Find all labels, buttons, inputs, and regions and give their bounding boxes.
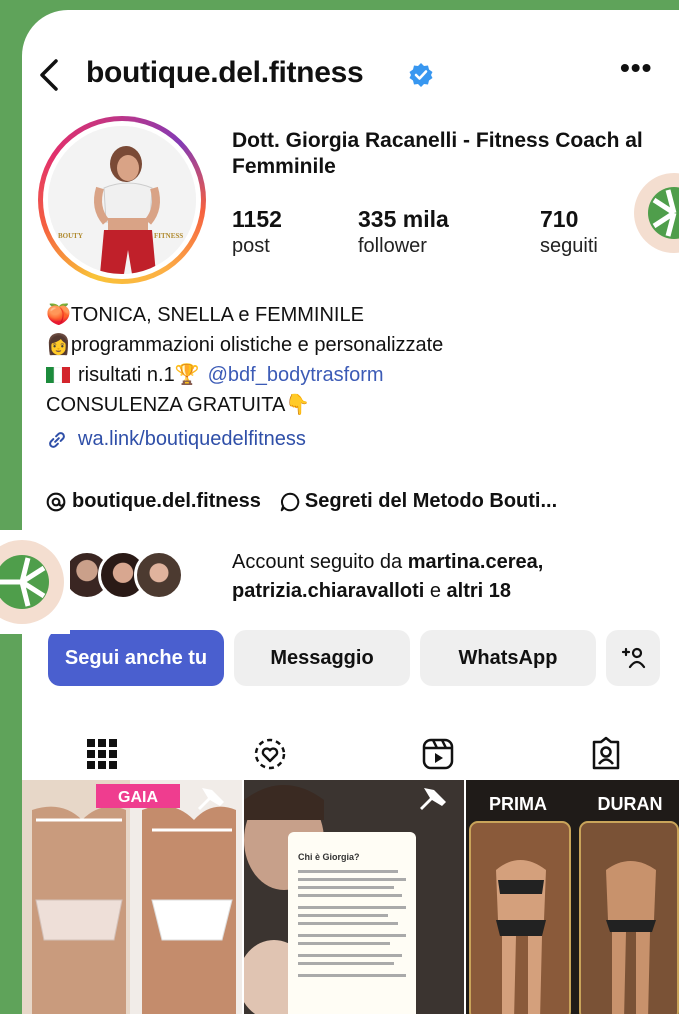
grid-icon (87, 739, 117, 769)
profile-username: boutique.del.fitness (86, 56, 364, 89)
bio-line: TONICA, SNELLA e FEMMINILE (70, 304, 364, 326)
add-user-button[interactable] (606, 630, 660, 686)
svg-text:PRIMA: PRIMA (489, 794, 547, 814)
peach-emoji-icon: 🍑 (46, 304, 71, 326)
decorative-flower-icon (632, 160, 679, 266)
display-name: Dott. Giorgia Racanelli - Fitness Coach … (232, 129, 643, 178)
stat-label: seguiti (540, 235, 598, 257)
mention-link[interactable]: @bdf_bodytrasform (208, 360, 384, 390)
italy-flag-icon (46, 367, 70, 383)
post-image: PRIMA DURAN (466, 780, 679, 1014)
svg-text:FITNESS: FITNESS (154, 232, 183, 240)
svg-text:DURAN: DURAN (598, 794, 663, 814)
post-tile[interactable]: Chi è Giorgia? (244, 780, 464, 1014)
woman-emoji-icon: 👩 (46, 334, 71, 356)
svg-text:GAIA: GAIA (118, 789, 158, 806)
reels-icon (422, 738, 454, 770)
followed-by[interactable]: Account seguito da martina.cerea, patriz… (52, 542, 672, 612)
whatsapp-button[interactable]: WhatsApp (420, 630, 596, 686)
stat-value: 710 (540, 206, 579, 232)
message-button[interactable]: Messaggio (234, 630, 410, 686)
stat-following[interactable]: 710 seguiti (540, 206, 598, 258)
profile-avatar-ring[interactable]: BOUTY FITNESS (38, 116, 206, 284)
stat-value: 335 mila (358, 206, 449, 232)
avatar-photo: BOUTY FITNESS (48, 126, 196, 274)
stat-followers[interactable]: 335 mila follower (358, 206, 449, 258)
bio: 🍑 TONICA, SNELLA e FEMMINILE 👩 programma… (46, 300, 666, 420)
chevron-left-icon[interactable] (34, 58, 64, 92)
bio-line: programmazioni olistiche e personalizzat… (70, 334, 444, 356)
post-tile[interactable]: PRIMA DURAN (466, 780, 679, 1014)
threads-icon (46, 492, 66, 511)
stat-label: post (232, 235, 270, 257)
link-text: wa.link/boutiquedelfitness (78, 428, 306, 450)
more-options-button[interactable]: ••• (620, 52, 652, 84)
trophy-emoji-icon: 🏆 (174, 364, 200, 386)
svg-text:Chi è Giorgia?: Chi è Giorgia? (298, 852, 360, 862)
stat-posts[interactable]: 1152 post (232, 206, 282, 258)
post-image: Chi è Giorgia? (244, 780, 464, 1014)
channel-icon (280, 492, 300, 511)
threads-link[interactable]: boutique.del.fitness (72, 490, 261, 513)
stat-label: follower (358, 235, 427, 257)
bio-line: CONSULENZA GRATUITA (46, 394, 286, 416)
tab-tagged[interactable] (584, 732, 628, 776)
decorative-flower-icon (0, 530, 70, 634)
svg-text:BOUTY: BOUTY (58, 232, 83, 240)
top-bar: boutique.del.fitness ••• (22, 50, 679, 100)
avatar: BOUTY FITNESS (48, 126, 196, 274)
external-link[interactable]: wa.link/boutiquedelfitness (46, 428, 306, 451)
stat-value: 1152 (232, 206, 282, 232)
followed-by-text: Account seguito da martina.cerea, patriz… (232, 551, 544, 602)
broadcast-channel-link[interactable]: Segreti del Metodo Bouti... (305, 490, 557, 513)
threads-row: boutique.del.fitness Segreti del Metodo … (46, 490, 679, 513)
follow-button[interactable]: Segui anche tu (48, 630, 224, 686)
verified-badge-icon (409, 63, 433, 87)
post-image: GAIA (22, 780, 242, 1014)
post-tile[interactable]: GAIA (22, 780, 242, 1014)
tagged-heart-icon (254, 738, 286, 770)
pointing-down-emoji-icon: 👇 (285, 394, 311, 416)
posts-grid: GAIA Chi è Giorgia? PRIMA DURAN (22, 780, 679, 1014)
tab-reels[interactable] (416, 732, 460, 776)
link-icon (49, 431, 65, 448)
content-tabs (22, 718, 679, 788)
profile-screen: boutique.del.fitness ••• BOUTY FITNESS D… (22, 10, 679, 1014)
tagged-profile-icon (592, 736, 620, 770)
bio-line: risultati n.1 (78, 364, 175, 386)
tab-tagged-heart[interactable] (248, 732, 292, 776)
add-user-icon (621, 647, 646, 669)
tab-grid[interactable] (80, 732, 124, 776)
avatar (134, 550, 184, 600)
